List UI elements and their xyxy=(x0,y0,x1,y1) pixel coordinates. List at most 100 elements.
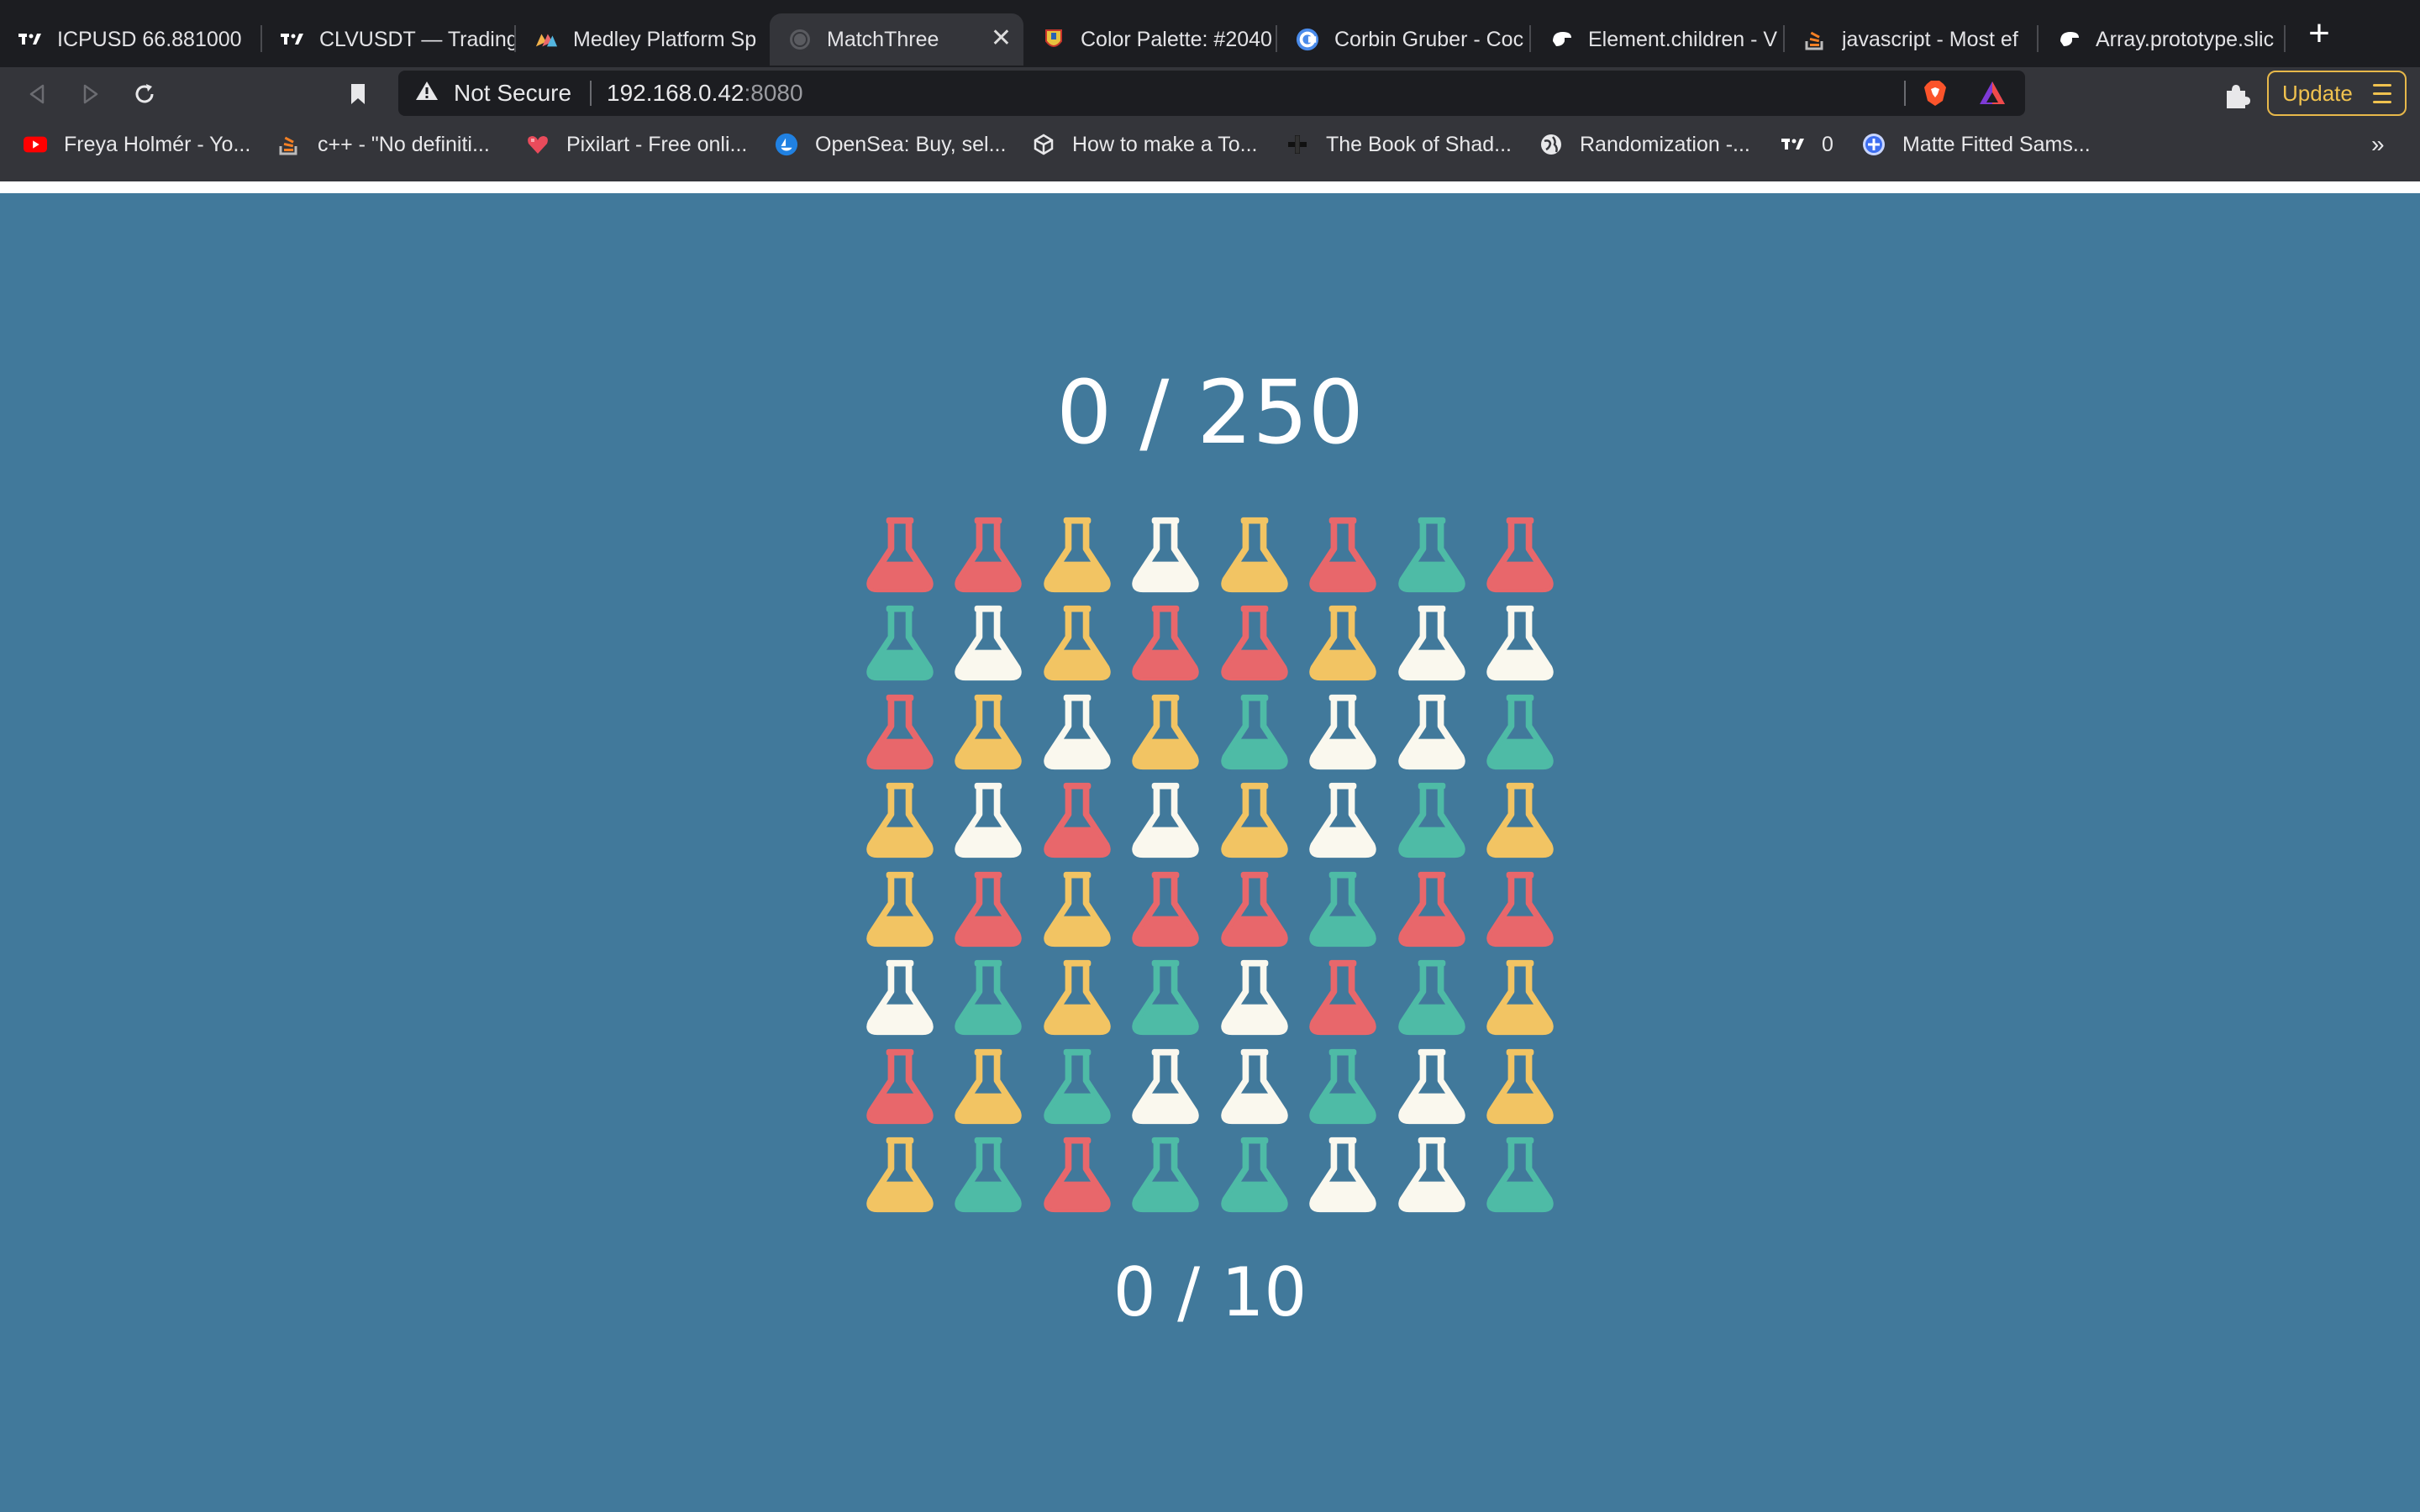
board-tile-red[interactable] xyxy=(1476,511,1565,600)
board-tile-red[interactable] xyxy=(944,511,1034,600)
board-tile-white[interactable] xyxy=(1387,1042,1476,1131)
tab-medley[interactable]: Medley Platform Sp xyxy=(516,13,770,66)
board-tile-red[interactable] xyxy=(1476,865,1565,954)
board-tile-white[interactable] xyxy=(1387,688,1476,777)
tab-array-slice[interactable]: Array.prototype.slic xyxy=(2039,13,2286,66)
extensions-puzzle-icon[interactable] xyxy=(2222,81,2252,111)
board-tile-white[interactable] xyxy=(1387,1131,1476,1221)
tab-title: Medley Platform Sp xyxy=(573,27,757,51)
update-button[interactable]: Update xyxy=(2267,71,2407,116)
tab-icpusd[interactable]: ICPUSD 66.881000 xyxy=(0,13,262,66)
board-tile-white[interactable] xyxy=(1122,511,1211,600)
brave-rewards-icon[interactable] xyxy=(1978,79,2007,108)
bookmark-item[interactable]: Pixilart - Free onli... xyxy=(526,131,747,158)
board-tile-white[interactable] xyxy=(1476,600,1565,689)
tab-clvusdt[interactable]: CLVUSDT — Trading xyxy=(262,13,516,66)
more-bookmarks-button[interactable]: » xyxy=(2371,131,2385,158)
bookmark-item[interactable]: Matte Fitted Sams... xyxy=(1862,131,2091,158)
board-tile-teal[interactable] xyxy=(1387,954,1476,1043)
board-tile-yellow[interactable] xyxy=(1476,1042,1565,1131)
board-tile-red[interactable] xyxy=(855,1042,944,1131)
board-tile-teal[interactable] xyxy=(944,954,1034,1043)
board-tile-yellow[interactable] xyxy=(1033,511,1122,600)
board-tile-white[interactable] xyxy=(1210,1042,1299,1131)
brave-shields-icon[interactable] xyxy=(1921,79,1949,108)
board-tile-white[interactable] xyxy=(944,777,1034,866)
new-tab-button[interactable]: + xyxy=(2301,15,2338,52)
bookmark-item[interactable]: OpenSea: Buy, sel... xyxy=(775,131,1006,158)
bookmark-item[interactable]: The Book of Shad... xyxy=(1286,131,1512,158)
bookmark-item[interactable]: How to make a To... xyxy=(1032,131,1257,158)
flask-icon xyxy=(1398,1137,1465,1213)
hamburger-menu-icon xyxy=(2373,84,2391,109)
close-tab-icon[interactable]: ✕ xyxy=(991,26,1012,51)
board-tile-teal[interactable] xyxy=(1387,511,1476,600)
board-tile-red[interactable] xyxy=(1033,777,1122,866)
board-tile-yellow[interactable] xyxy=(944,688,1034,777)
board-tile-yellow[interactable] xyxy=(1210,777,1299,866)
board-tile-teal[interactable] xyxy=(1299,865,1388,954)
board-tile-yellow[interactable] xyxy=(944,1042,1034,1131)
board-tile-red[interactable] xyxy=(1210,600,1299,689)
url-text[interactable]: 192.168.0.42:8080 xyxy=(607,71,803,116)
bookmark-item[interactable]: Randomization -... xyxy=(1539,131,1750,158)
bookmark-item[interactable]: 0 xyxy=(1781,131,1833,158)
board-tile-white[interactable] xyxy=(1033,688,1122,777)
board-tile-yellow[interactable] xyxy=(1122,688,1211,777)
board-tile-teal[interactable] xyxy=(1387,777,1476,866)
board-tile-yellow[interactable] xyxy=(855,1131,944,1221)
board-tile-red[interactable] xyxy=(1122,600,1211,689)
board-tile-yellow[interactable] xyxy=(1476,777,1565,866)
board-tile-white[interactable] xyxy=(1122,777,1211,866)
board-tile-teal[interactable] xyxy=(944,1131,1034,1221)
tab-matchthree[interactable]: MatchThree ✕ xyxy=(770,13,1023,66)
board-tile-yellow[interactable] xyxy=(1033,865,1122,954)
board-tile-teal[interactable] xyxy=(1122,1131,1211,1221)
board-tile-teal[interactable] xyxy=(1210,1131,1299,1221)
bookmark-item[interactable]: c++ - "No definiti... xyxy=(277,131,490,158)
board-tile-yellow[interactable] xyxy=(1299,600,1388,689)
board-tile-teal[interactable] xyxy=(855,600,944,689)
board-tile-yellow[interactable] xyxy=(855,865,944,954)
reload-button[interactable] xyxy=(129,79,160,109)
bookmark-button[interactable] xyxy=(343,79,373,109)
security-indicator[interactable]: Not Secure xyxy=(415,71,571,116)
bookmark-item[interactable]: Freya Holmér - Yo... xyxy=(24,131,250,158)
board-tile-red[interactable] xyxy=(944,865,1034,954)
tab-corbin-gruber[interactable]: Corbin Gruber - Coc xyxy=(1277,13,1531,66)
board-tile-yellow[interactable] xyxy=(1476,954,1565,1043)
board-tile-red[interactable] xyxy=(1299,511,1388,600)
address-bar[interactable]: Not Secure 192.168.0.42:8080 xyxy=(398,71,2025,116)
board-tile-white[interactable] xyxy=(1210,954,1299,1043)
board-tile-red[interactable] xyxy=(1122,865,1211,954)
board-tile-red[interactable] xyxy=(1210,865,1299,954)
board-tile-yellow[interactable] xyxy=(1033,954,1122,1043)
board-tile-teal[interactable] xyxy=(1033,1042,1122,1131)
board-tile-white[interactable] xyxy=(1299,1131,1388,1221)
board-tile-teal[interactable] xyxy=(1476,688,1565,777)
board-tile-white[interactable] xyxy=(1299,688,1388,777)
board-tile-teal[interactable] xyxy=(1476,1131,1565,1221)
board-tile-red[interactable] xyxy=(855,688,944,777)
back-button[interactable] xyxy=(22,79,52,109)
board-tile-white[interactable] xyxy=(1387,600,1476,689)
board-tile-white[interactable] xyxy=(855,954,944,1043)
board-tile-teal[interactable] xyxy=(1299,1042,1388,1131)
board-tile-white[interactable] xyxy=(944,600,1034,689)
board-tile-yellow[interactable] xyxy=(855,777,944,866)
tab-color-palette[interactable]: Color Palette: #2040 xyxy=(1023,13,1277,66)
tab-javascript[interactable]: javascript - Most ef xyxy=(1785,13,2039,66)
forward-button[interactable] xyxy=(76,79,106,109)
board-tile-red[interactable] xyxy=(1299,954,1388,1043)
board-tile-white[interactable] xyxy=(1299,777,1388,866)
board-tile-red[interactable] xyxy=(1387,865,1476,954)
board-tile-white[interactable] xyxy=(1122,1042,1211,1131)
board-tile-teal[interactable] xyxy=(1122,954,1211,1043)
board-tile-red[interactable] xyxy=(855,511,944,600)
board-tile-teal[interactable] xyxy=(1210,688,1299,777)
board-tile-red[interactable] xyxy=(1033,1131,1122,1221)
board-tile-yellow[interactable] xyxy=(1210,511,1299,600)
tab-element-children[interactable]: Element.children - V xyxy=(1531,13,1785,66)
bookmark-label: Freya Holmér - Yo... xyxy=(64,132,251,156)
board-tile-yellow[interactable] xyxy=(1033,600,1122,689)
